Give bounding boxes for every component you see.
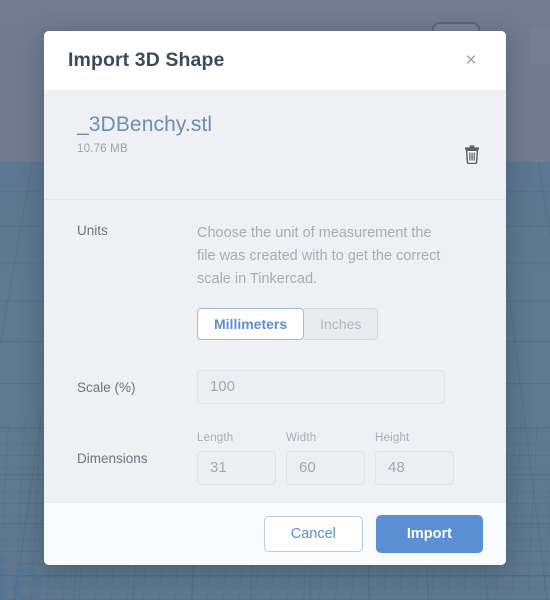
file-meta: _3DBenchy.stl 10.76 MB [77, 90, 212, 155]
dialog-header: Import 3D Shape × [44, 31, 506, 90]
dialog-footer: Cancel Import [44, 502, 506, 565]
units-row: Units Choose the unit of measurement the… [77, 222, 482, 340]
file-size: 10.76 MB [77, 143, 128, 155]
dimension-fields: Length 31 Width 60 Height 48 [197, 432, 482, 485]
dimensions-body: Length 31 Width 60 Height 48 [197, 432, 482, 485]
dialog-body: Units Choose the unit of measurement the… [44, 200, 506, 502]
dimension-length-label: Length [197, 431, 234, 444]
dimension-width: Width 60 [286, 432, 365, 485]
scale-input[interactable]: 100 [197, 369, 445, 404]
file-name: _3DBenchy.stl [77, 113, 213, 136]
dimension-width-label: Width [286, 431, 317, 444]
dimensions-label: Dimensions [77, 451, 148, 467]
units-help-text: Choose the unit of measurement the file … [197, 225, 441, 287]
scale-body: 100 [197, 369, 482, 404]
import-button[interactable]: Import [375, 514, 483, 554]
unit-option-millimeters[interactable]: Millimeters [197, 307, 305, 340]
dimension-height-label: Height [375, 431, 410, 444]
unit-option-inches[interactable]: Inches [304, 307, 379, 340]
trash-icon-glyph [465, 144, 479, 164]
dimension-height: Height 48 [375, 432, 454, 485]
trash-icon[interactable] [461, 142, 483, 166]
cancel-button[interactable]: Cancel [263, 515, 363, 553]
app-root: ie Import 3D Shape × _3DBenchy.stl 10.76… [0, 0, 550, 600]
import-3d-shape-dialog: Import 3D Shape × _3DBenchy.stl 10.76 MB [44, 31, 506, 565]
dimension-length-input[interactable]: 31 [197, 450, 276, 485]
units-body: Choose the unit of measurement the file … [197, 222, 482, 340]
units-toggle-group: Millimeters Inches [197, 307, 482, 340]
dimensions-row: Dimensions Length 31 Width 60 Height 48 [77, 432, 482, 485]
close-icon[interactable]: × [458, 48, 484, 74]
scale-label: Scale (%) [77, 379, 136, 395]
units-label: Units [77, 223, 108, 238]
page-title: Import 3D Shape [68, 49, 225, 71]
dimension-length: Length 31 [197, 432, 276, 485]
dimension-width-input[interactable]: 60 [286, 450, 365, 485]
scale-row: Scale (%) 100 [77, 369, 482, 404]
file-info-row: _3DBenchy.stl 10.76 MB [44, 90, 506, 200]
dimension-height-input[interactable]: 48 [375, 450, 454, 485]
